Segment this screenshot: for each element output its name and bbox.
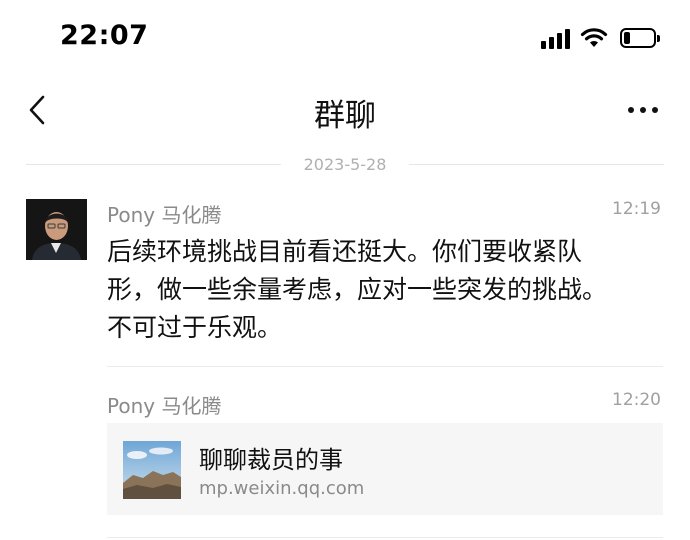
link-domain: mp.weixin.qq.com	[199, 478, 365, 499]
sender-name[interactable]: Pony 马化腾	[107, 390, 221, 419]
wifi-icon	[580, 28, 608, 47]
status-bar: 22:07	[0, 0, 690, 78]
cellular-signal-icon	[541, 27, 570, 49]
message-item: Pony 马化腾 12:20	[107, 390, 663, 420]
link-title: 聊聊裁员的事	[199, 446, 343, 474]
message-time: 12:20	[612, 390, 661, 410]
battery-icon	[620, 28, 660, 48]
avatar-portrait	[26, 199, 87, 260]
message-text: 后续环境挑战目前看还挺大。你们要收紧队 形，做一些余量考虑，应对一些突发的挑战。…	[107, 233, 663, 347]
landscape-thumbnail	[123, 441, 181, 499]
message-line: 不可过于乐观。	[107, 313, 283, 342]
battery-level	[624, 32, 630, 44]
message-line: 形，做一些余量考虑，应对一些突发的挑战。	[107, 275, 608, 304]
message-time: 12:19	[612, 199, 661, 219]
status-time: 22:07	[60, 20, 149, 51]
date-divider: 2023-5-28	[26, 152, 664, 178]
message-line: 后续环境挑战目前看还挺大。你们要收紧队	[107, 237, 583, 266]
message-divider	[107, 537, 663, 538]
link-card[interactable]: 聊聊裁员的事 mp.weixin.qq.com	[107, 423, 663, 515]
nav-bar: 群聊	[0, 80, 690, 140]
sender-name[interactable]: Pony 马化腾	[107, 199, 221, 228]
message-item: Pony 马化腾 12:19 后续环境挑战目前看还挺大。你们要收紧队 形，做一些…	[107, 199, 663, 349]
more-dots-icon[interactable]	[626, 98, 660, 122]
avatar[interactable]	[26, 199, 87, 260]
status-icons	[541, 26, 660, 50]
date-label: 2023-5-28	[303, 155, 387, 174]
page-title: 群聊	[314, 98, 376, 134]
message-divider	[107, 366, 663, 367]
